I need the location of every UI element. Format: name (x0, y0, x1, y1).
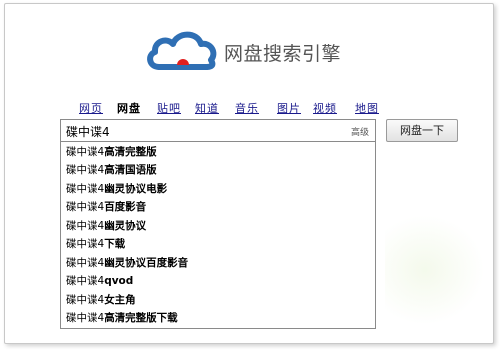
nav-item-images[interactable]: 图片 (277, 100, 301, 116)
nav-item-zhidao[interactable]: 知道 (195, 100, 219, 116)
suggestion-item[interactable]: 碟中谍4高清完整版 (66, 144, 157, 160)
nav-item-map[interactable]: 地图 (355, 100, 379, 116)
suggestion-item[interactable]: 碟中谍4幽灵协议 (66, 218, 146, 234)
suggestion-item[interactable]: 碟中谍4幽灵协议电影 (66, 181, 167, 197)
logo-title: 网盘搜索引擎 (224, 43, 342, 65)
cloud-icon (147, 31, 217, 70)
suggestion-item[interactable]: 碟中谍4女主角 (66, 292, 136, 308)
nav-item-tieba[interactable]: 贴吧 (157, 100, 181, 116)
suggestion-item[interactable]: 碟中谍4幽灵协议百度影音 (66, 255, 188, 271)
search-input[interactable]: 碟中谍4 高级 (60, 119, 376, 142)
search-button[interactable]: 网盘一下 (386, 119, 458, 142)
advanced-search-link[interactable]: 高级 (351, 125, 369, 138)
suggestion-item[interactable]: 碟中谍4qvod (66, 273, 133, 289)
suggestion-item[interactable]: 碟中谍4百度影音 (66, 199, 146, 215)
suggestion-item[interactable]: 碟中谍4下载 (66, 236, 125, 252)
background-glare (385, 215, 485, 325)
nav-item-video[interactable]: 视频 (313, 100, 337, 116)
suggestion-dropdown: 碟中谍4高清完整版 碟中谍4高清国语版 碟中谍4幽灵协议电影 碟中谍4百度影音 … (60, 142, 376, 329)
nav-item-netdisk[interactable]: 网盘 (117, 100, 141, 116)
logo: 网盘搜索引擎 (145, 27, 345, 75)
nav-item-music[interactable]: 音乐 (235, 100, 259, 116)
suggestion-item[interactable]: 碟中谍4高清国语版 (66, 162, 157, 178)
suggestion-item[interactable]: 碟中谍4高清完整版下载 (66, 310, 178, 326)
red-dot-icon (177, 59, 189, 65)
search-input-value: 碟中谍4 (66, 125, 110, 139)
nav-item-web[interactable]: 网页 (79, 100, 103, 116)
